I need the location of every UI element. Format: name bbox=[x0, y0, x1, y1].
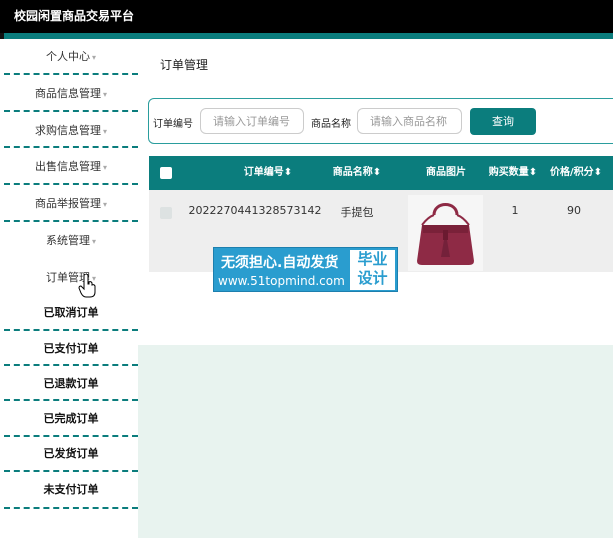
sidebar-item-label: 已支付订单 bbox=[43, 342, 99, 355]
app-title: 校园闲置商品交易平台 bbox=[14, 9, 135, 23]
sidebar-item-goods-info[interactable]: 商品信息管理 ▾ bbox=[4, 84, 138, 105]
sidebar-divider bbox=[4, 220, 138, 222]
chevron-down-icon: ▾ bbox=[102, 163, 107, 172]
column-header-quantity[interactable]: 购买数量⬍ bbox=[485, 156, 541, 190]
sidebar-item-system[interactable]: 系统管理 ▾ bbox=[4, 231, 138, 252]
goods-name-input[interactable] bbox=[357, 108, 462, 134]
sidebar-item-label: 系统管理 bbox=[45, 234, 90, 247]
watermark-badge: 毕业 设计 bbox=[350, 250, 395, 290]
sort-icon: ⬍ bbox=[372, 167, 382, 178]
sidebar-item-label: 商品信息管理 bbox=[34, 87, 101, 100]
sidebar-item-personal-center[interactable]: 个人中心 ▾ bbox=[4, 47, 138, 68]
sidebar-item-paid-orders[interactable]: 已支付订单 bbox=[4, 339, 138, 359]
sidebar-item-label: 个人中心 bbox=[45, 50, 90, 63]
column-header-goods-name[interactable]: 商品名称⬍ bbox=[327, 156, 387, 190]
sidebar-item-cancelled-orders[interactable]: 已取消订单 bbox=[4, 303, 138, 323]
sidebar-divider bbox=[4, 470, 138, 472]
sidebar-divider bbox=[4, 507, 138, 509]
price-cell: 90 bbox=[567, 204, 581, 217]
watermark-banner: 无须担心.自动发货 www.51topmind.com 毕业 设计 bbox=[213, 247, 398, 292]
sidebar-item-completed-orders[interactable]: 已完成订单 bbox=[4, 409, 138, 429]
order-no-input[interactable] bbox=[200, 108, 304, 134]
chevron-down-icon: ▾ bbox=[91, 53, 96, 62]
sidebar-item-label: 未支付订单 bbox=[43, 483, 99, 496]
column-header-goods-image: 商品图片 bbox=[426, 167, 466, 178]
quantity-cell: 1 bbox=[511, 204, 519, 217]
sidebar-item-label: 求购信息管理 bbox=[34, 124, 101, 137]
watermark-badge-line1: 毕业 bbox=[357, 250, 388, 268]
column-header-more: ▫ bbox=[609, 156, 613, 190]
chevron-down-icon: ▾ bbox=[91, 237, 96, 246]
sidebar-divider bbox=[4, 435, 138, 437]
hand-pointer-icon bbox=[78, 274, 96, 298]
watermark-badge-line2: 设计 bbox=[357, 269, 388, 287]
column-header-order-no[interactable]: 订单编号⬍ bbox=[223, 156, 313, 190]
sidebar-divider bbox=[4, 73, 138, 75]
sidebar-divider bbox=[4, 183, 138, 185]
sidebar-item-label: 已完成订单 bbox=[43, 412, 99, 425]
table-header: 订单编号⬍ 商品名称⬍ 商品图片 购买数量⬍ 价格/积分⬍ ▫ bbox=[149, 156, 613, 190]
order-no-cell: 2022270441328573142 bbox=[188, 204, 322, 217]
product-image[interactable] bbox=[408, 195, 483, 271]
sidebar-divider bbox=[4, 364, 138, 366]
app-title-bar: 校园闲置商品交易平台 bbox=[0, 0, 613, 33]
chevron-down-icon: ▾ bbox=[102, 90, 107, 99]
chevron-down-icon: ▾ bbox=[102, 127, 107, 136]
sort-icon: ⬍ bbox=[528, 167, 538, 178]
handbag-image bbox=[408, 195, 483, 271]
sidebar-item-label: 出售信息管理 bbox=[34, 160, 101, 173]
sidebar-item-label: 商品举报管理 bbox=[34, 197, 101, 210]
sort-icon: ⬍ bbox=[593, 167, 603, 178]
sidebar-item-purchase-info[interactable]: 求购信息管理 ▾ bbox=[4, 121, 138, 142]
column-header-price[interactable]: 价格/积分⬍ bbox=[544, 156, 608, 190]
page-title: 订单管理 bbox=[160, 58, 209, 72]
sidebar-item-label: 已取消订单 bbox=[43, 306, 99, 319]
sidebar-item-goods-report[interactable]: 商品举报管理 ▾ bbox=[4, 194, 138, 215]
watermark-url: www.51topmind.com bbox=[218, 274, 345, 288]
sidebar-divider bbox=[4, 399, 138, 401]
sidebar: 个人中心 ▾ 商品信息管理 ▾ 求购信息管理 ▾ 出售信息管理 ▾ 商品举报管理 ▾ 系统… bbox=[0, 39, 138, 538]
sidebar-item-shipped-orders[interactable]: 已发货订单 bbox=[4, 444, 138, 464]
sort-icon: ⬍ bbox=[283, 167, 293, 178]
select-all-checkbox[interactable] bbox=[160, 167, 172, 179]
row-checkbox[interactable] bbox=[160, 207, 172, 219]
search-panel: 订单编号 商品名称 查询 bbox=[148, 98, 613, 144]
sidebar-item-sale-info[interactable]: 出售信息管理 ▾ bbox=[4, 157, 138, 178]
sidebar-divider bbox=[4, 329, 138, 331]
sidebar-item-label: 已发货订单 bbox=[43, 447, 99, 460]
sidebar-item-label: 已退款订单 bbox=[43, 377, 99, 390]
goods-name-cell: 手提包 bbox=[340, 206, 374, 219]
sidebar-item-orders[interactable]: 订单管理 ▾ bbox=[4, 268, 138, 289]
sidebar-divider bbox=[4, 110, 138, 112]
chevron-down-icon: ▾ bbox=[102, 200, 107, 209]
sidebar-divider bbox=[4, 146, 138, 148]
sidebar-item-refunded-orders[interactable]: 已退款订单 bbox=[4, 374, 138, 394]
search-button[interactable]: 查询 bbox=[470, 108, 536, 135]
watermark-text: 无须担心.自动发货 bbox=[221, 255, 339, 271]
sidebar-item-unpaid-orders[interactable]: 未支付订单 bbox=[4, 480, 138, 500]
goods-name-label: 商品名称 bbox=[311, 119, 351, 130]
order-no-label: 订单编号 bbox=[153, 119, 193, 130]
